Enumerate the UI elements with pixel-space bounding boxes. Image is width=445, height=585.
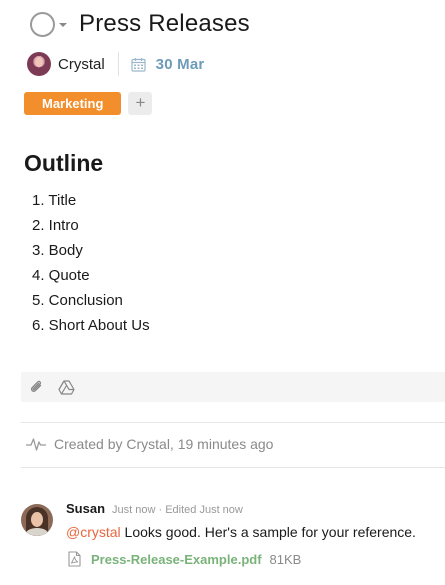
pdf-file-icon[interactable] <box>68 551 81 567</box>
comment-text: Looks good. Her's a sample for your refe… <box>120 524 416 540</box>
paperclip-icon[interactable] <box>29 379 45 395</box>
list-item: 2. Intro <box>32 217 79 234</box>
tag-marketing[interactable]: Marketing <box>24 92 122 115</box>
comment-mention[interactable]: @crystal <box>66 524 121 540</box>
divider <box>21 467 445 468</box>
meta-divider <box>117 52 119 76</box>
activity-text: Created by Crystal, 19 minutes ago <box>54 436 274 452</box>
list-item: 6. Short About Us <box>32 317 150 334</box>
task-complete-checkbox[interactable] <box>30 11 55 37</box>
task-header: Press Releases <box>30 10 250 38</box>
comment-author-avatar[interactable] <box>21 504 53 536</box>
attachment-file-size: 81KB <box>269 551 302 567</box>
list-item: 1. Title <box>32 192 77 209</box>
google-drive-icon[interactable] <box>58 379 75 395</box>
activity-pulse-icon <box>26 438 46 451</box>
activity-entry: Created by Crystal, 19 minutes ago <box>26 436 273 452</box>
list-item: 3. Body <box>32 242 83 259</box>
status-dropdown-caret-icon[interactable] <box>59 23 67 27</box>
task-title[interactable]: Press Releases <box>79 10 250 38</box>
tag-list: Marketing + <box>24 92 153 115</box>
list-item: 5. Conclusion <box>32 292 123 309</box>
comment-attachment[interactable]: Press-Release-Example.pdf 81KB <box>68 551 301 567</box>
assignee-name[interactable]: Crystal <box>58 56 105 73</box>
add-tag-button[interactable]: + <box>128 92 153 115</box>
attachment-toolbar <box>21 372 445 402</box>
comment-author[interactable]: Susan <box>66 501 105 516</box>
task-meta: Crystal 30 Mar <box>27 51 204 77</box>
outline-list: 1. Title 2. Intro 3. Body 4. Quote 5. Co… <box>32 190 150 340</box>
attachment-file-name[interactable]: Press-Release-Example.pdf <box>91 552 262 567</box>
calendar-icon[interactable] <box>131 57 146 72</box>
divider <box>21 422 445 423</box>
comment-timestamp: Just now · Edited Just now <box>112 504 243 516</box>
comment-body: @crystal Looks good. Her's a sample for … <box>66 524 416 540</box>
assignee-avatar[interactable] <box>27 52 51 76</box>
description-heading: Outline <box>24 150 104 176</box>
list-item: 4. Quote <box>32 267 90 284</box>
due-date[interactable]: 30 Mar <box>156 56 205 73</box>
comment-header: Susan Just now · Edited Just now <box>66 501 243 516</box>
